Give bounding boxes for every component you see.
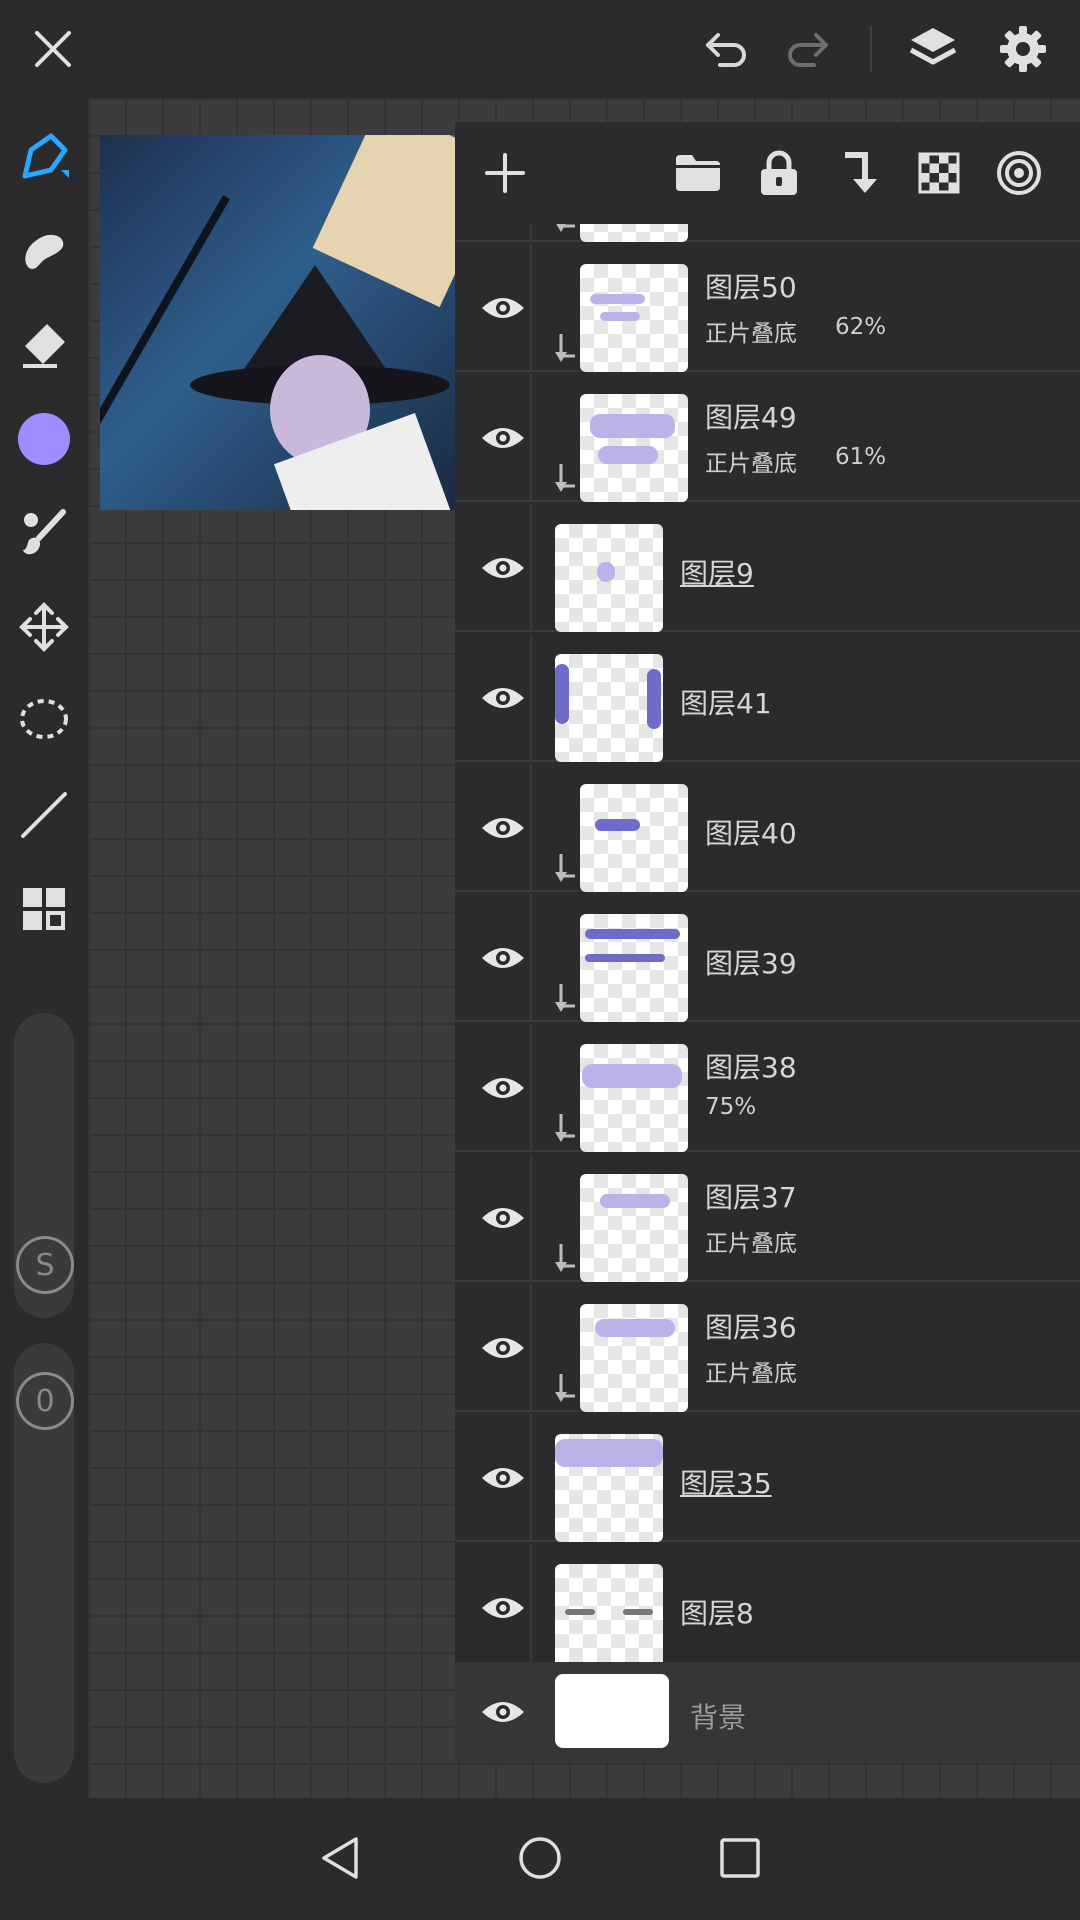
layer-name: 图层38 [705,1051,797,1084]
layer-row[interactable]: 图层35 [455,1414,1080,1542]
clipping-arrow-icon [555,984,575,1012]
visibility-eye-icon[interactable] [473,1578,533,1638]
add-layer-icon[interactable] [470,138,540,208]
top-bar [0,0,1080,98]
toolbar-divider [870,26,872,72]
layer-opacity: 75% [705,1094,757,1120]
layer-name: 图层35 [680,1467,772,1500]
lock-icon[interactable] [744,138,814,208]
background-thumbnail [555,1674,669,1748]
recents-icon[interactable] [710,1828,770,1888]
layer-name: 图层39 [705,947,797,980]
visibility-eye-icon[interactable] [473,1188,533,1248]
layer-row[interactable]: 图层40 [455,764,1080,892]
artwork-image [100,135,456,510]
visibility-eye-icon[interactable] [473,928,533,988]
pen-icon[interactable] [9,122,79,192]
layers-icon[interactable] [898,14,968,84]
visibility-eye-icon[interactable] [473,1058,533,1118]
layer-row[interactable]: 图层9 [455,504,1080,632]
layer-name: 图层40 [705,817,797,850]
layer-thumbnail [555,1434,663,1542]
layer-thumbnail [555,654,663,762]
layer-thumbnail [555,1564,663,1662]
layer-row[interactable] [455,224,1080,242]
layers-toolbar [455,122,1080,224]
layer-row[interactable]: 图层39 [455,894,1080,1022]
folder-icon[interactable] [663,138,733,208]
layer-row[interactable]: 图层37 正片叠底 [455,1154,1080,1282]
smudge-icon[interactable] [9,216,79,286]
layer-name: 图层37 [705,1181,797,1214]
background-layer-row[interactable]: 背景 [455,1662,1080,1762]
layer-thumbnail [580,1044,688,1152]
back-icon[interactable] [310,1828,370,1888]
visibility-eye-icon[interactable] [473,408,533,468]
transform-icon[interactable] [9,592,79,662]
layer-opacity: 61% [835,444,887,470]
left-toolbar: S 0 [0,98,88,1798]
layer-name: 图层41 [680,687,772,720]
materials-icon[interactable] [9,874,79,944]
clipping-arrow-icon [555,1374,575,1402]
undo-icon[interactable] [692,14,762,84]
clipping-arrow-icon [555,1114,575,1142]
layer-thumbnail [580,264,688,372]
layer-list[interactable]: 图层50 正片叠底 62% 图层49 正片叠底 61% 图层9 图层41 图层40 图层39 图层3… [455,224,1080,1662]
close-icon[interactable] [18,14,88,84]
background-layer-name: 背景 [690,1701,747,1734]
clipping-arrow-icon [555,334,575,362]
visibility-eye-icon[interactable] [473,668,533,728]
system-nav-bar [0,1798,1080,1920]
clip-icon[interactable] [824,138,894,208]
visibility-eye-icon[interactable] [473,1682,533,1742]
redo-icon[interactable] [772,14,842,84]
layer-thumbnail [580,1304,688,1412]
visibility-eye-icon[interactable] [473,1318,533,1378]
home-icon[interactable] [510,1828,570,1888]
clipping-arrow-icon [555,1244,575,1272]
layer-thumbnail [580,1174,688,1282]
layer-name: 图层8 [680,1597,754,1630]
layer-blend-mode: 正片叠底 [705,1361,797,1387]
eraser-icon[interactable] [9,310,79,380]
layer-row[interactable]: 图层8 [455,1544,1080,1662]
line-icon[interactable] [9,780,79,850]
brush-tool-icon[interactable] [9,498,79,568]
layer-name: 图层50 [705,271,797,304]
layer-thumbnail [580,394,688,502]
layer-effect-icon[interactable] [984,138,1054,208]
brush-size-knob[interactable]: S [16,1236,74,1294]
visibility-eye-icon[interactable] [473,538,533,598]
layer-opacity: 62% [835,314,887,340]
layer-row[interactable]: 图层50 正片叠底 62% [455,244,1080,372]
layer-name: 图层36 [705,1311,797,1344]
layer-blend-mode: 正片叠底 [705,321,797,347]
color-swatch[interactable] [9,404,79,474]
clipping-arrow-icon [555,854,575,882]
layer-name: 图层9 [680,557,754,590]
visibility-eye-icon[interactable] [473,1448,533,1508]
layer-blend-mode: 正片叠底 [705,451,797,477]
layer-thumbnail [580,784,688,892]
layer-row[interactable]: 图层38 75% [455,1024,1080,1152]
gear-icon[interactable] [988,14,1058,84]
lasso-icon[interactable] [9,686,79,756]
layer-name: 图层49 [705,401,797,434]
visibility-eye-icon[interactable] [473,278,533,338]
layer-thumbnail [555,524,663,632]
layer-row[interactable]: 图层36 正片叠底 [455,1284,1080,1412]
clipping-arrow-icon [555,464,575,492]
alpha-lock-icon[interactable] [904,138,974,208]
layer-row[interactable]: 图层49 正片叠底 61% [455,374,1080,502]
layer-blend-mode: 正片叠底 [705,1231,797,1257]
layer-row[interactable]: 图层41 [455,634,1080,762]
brush-opacity-knob[interactable]: 0 [16,1372,74,1430]
layers-panel: 图层50 正片叠底 62% 图层49 正片叠底 61% 图层9 图层41 图层40 图层39 图层3… [455,122,1080,1762]
layer-thumbnail [580,914,688,1022]
visibility-eye-icon[interactable] [473,798,533,858]
